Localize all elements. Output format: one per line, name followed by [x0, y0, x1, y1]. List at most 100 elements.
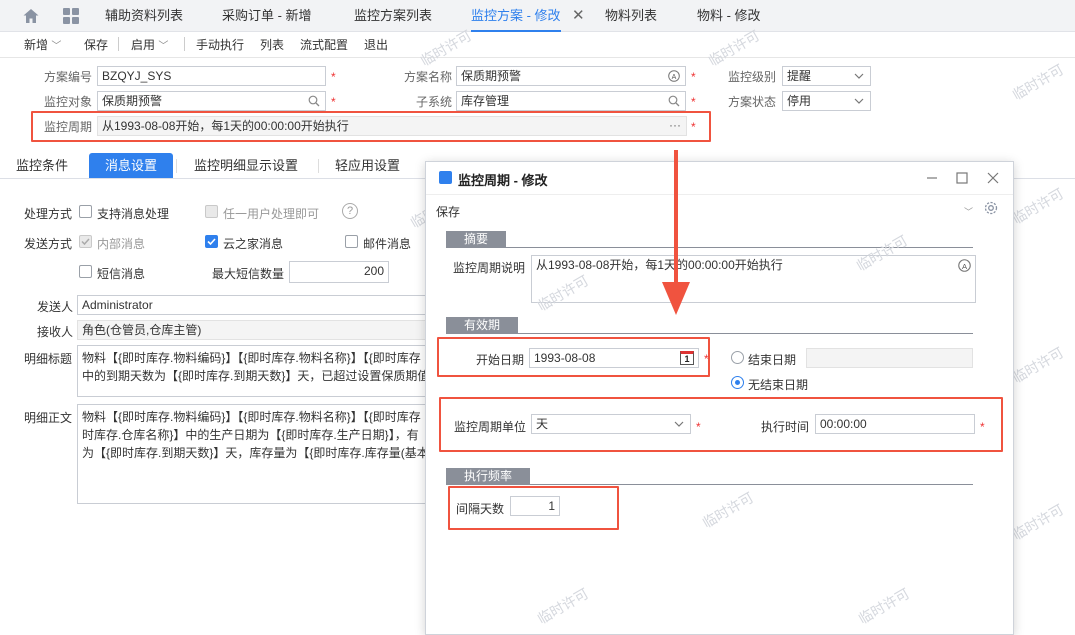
- tab-monitor-edit[interactable]: 监控方案 - 修改: [471, 0, 561, 32]
- level-label: 监控级别: [727, 70, 776, 84]
- text-line: 时库存.仓库名称}】中的生产日期为【{即时库存.生产日期}】，有: [82, 428, 419, 442]
- start-date-label: 开始日期: [476, 353, 525, 367]
- desc-label: 监控周期说明: [453, 261, 526, 275]
- required-mark: *: [691, 120, 696, 134]
- required-mark: *: [980, 420, 985, 434]
- subsystem-value: 库存管理: [461, 94, 510, 108]
- text-line: 中的到期天数为【{即时库存.到期天数}】天，已超过设置保质期值: [82, 369, 427, 383]
- support-handle-checkbox[interactable]: [79, 205, 92, 218]
- text-line: 为【{即时库存.到期天数}】天，库存量为【{即时库存.库存量(基本: [82, 446, 427, 460]
- exec-time-input[interactable]: 00:00:00: [815, 414, 975, 434]
- internal-msg-checkbox[interactable]: [79, 235, 92, 248]
- manual-run-button[interactable]: 手动执行: [196, 36, 244, 53]
- detail-body-textarea[interactable]: 物料【{即时库存.物料编码}】【{即时库存.物料名称}】【{即时库存 时库存.仓…: [77, 404, 427, 504]
- summary-header: 摘要: [446, 231, 507, 248]
- divider: [426, 194, 1013, 195]
- object-label: 监控对象: [43, 95, 92, 109]
- close-icon[interactable]: [987, 172, 999, 184]
- subsystem-input[interactable]: 库存管理: [456, 91, 686, 111]
- new-button[interactable]: 新增 ﹀: [24, 36, 61, 53]
- start-date-input[interactable]: 1993-08-08 1: [529, 348, 699, 368]
- watermark: 临时许可: [1009, 344, 1067, 386]
- list-button[interactable]: 列表: [260, 36, 284, 53]
- translate-icon[interactable]: A: [958, 259, 971, 272]
- status-select[interactable]: 停用: [782, 91, 871, 111]
- help-icon[interactable]: ?: [342, 203, 358, 219]
- chevron-down-icon: [674, 421, 684, 427]
- max-sms-label: 最大短信数量: [212, 267, 285, 281]
- minimize-icon[interactable]: [926, 172, 938, 184]
- any-user-checkbox[interactable]: [205, 205, 218, 218]
- close-tab-icon[interactable]: ✕: [572, 6, 585, 24]
- section-line: [446, 484, 973, 485]
- unit-select[interactable]: 天: [531, 414, 691, 434]
- code-input[interactable]: BZQYJ_SYS: [97, 66, 326, 86]
- email-checkbox[interactable]: [345, 235, 358, 248]
- maximize-icon[interactable]: [956, 172, 968, 184]
- receiver-input[interactable]: 角色(仓管员,仓库主管): [77, 320, 427, 340]
- period-label: 监控周期: [43, 120, 92, 134]
- exit-button[interactable]: 退出: [364, 36, 388, 53]
- email-label: 邮件消息: [363, 237, 412, 251]
- tab-monitor-list[interactable]: 监控方案列表: [354, 0, 432, 32]
- yunzhijia-checkbox[interactable]: [205, 235, 218, 248]
- chevron-down-icon: [854, 73, 864, 79]
- flow-config-button[interactable]: 流式配置: [300, 36, 348, 53]
- calendar-icon[interactable]: 1: [680, 351, 694, 365]
- interval-input[interactable]: 1: [510, 496, 560, 516]
- level-value: 提醒: [787, 69, 812, 83]
- object-input[interactable]: 保质期预警: [97, 91, 326, 111]
- tab-monitor-conditions[interactable]: 监控条件: [16, 153, 68, 178]
- name-input[interactable]: 保质期预警 A: [456, 66, 686, 86]
- chevron-down-icon: ﹀: [51, 41, 62, 52]
- tab-aux-list[interactable]: 辅助资料列表: [105, 0, 183, 32]
- end-date-input[interactable]: [806, 348, 973, 368]
- search-icon[interactable]: [668, 95, 680, 107]
- save-button[interactable]: 保存: [84, 36, 108, 53]
- gear-icon[interactable]: [984, 201, 998, 215]
- sender-input[interactable]: Administrator: [77, 295, 427, 315]
- any-user-label: 任一用户处理即可: [223, 207, 320, 221]
- dialog-title: 监控周期 - 修改: [458, 173, 548, 188]
- name-value: 保质期预警: [461, 69, 522, 83]
- unit-value: 天: [536, 417, 549, 431]
- desc-textarea[interactable]: 从1993-08-08开始，每1天的00:00:00开始执行 A: [531, 255, 976, 303]
- home-icon[interactable]: [22, 7, 40, 25]
- text-line: 物料【{即时库存.物料编码}】【{即时库存.物料名称}】【{即时库存: [82, 351, 421, 365]
- chevron-down-icon[interactable]: ﹀: [964, 205, 973, 218]
- tab-detail-display[interactable]: 监控明细显示设置: [194, 153, 298, 178]
- enable-button[interactable]: 启用 ﹀: [131, 36, 168, 53]
- required-mark: *: [704, 352, 709, 366]
- no-end-date-radio[interactable]: [731, 376, 744, 389]
- interval-label: 间隔天数: [456, 502, 505, 516]
- end-date-radio[interactable]: [731, 351, 744, 364]
- search-icon[interactable]: [308, 95, 320, 107]
- frequency-header: 执行频率: [446, 468, 531, 485]
- watermark: 临时许可: [1009, 501, 1067, 543]
- internal-msg-label: 内部消息: [97, 237, 146, 251]
- annotation-arrow: [662, 150, 690, 315]
- receiver-label: 接收人: [37, 325, 74, 339]
- required-mark: *: [691, 95, 696, 109]
- dialog-save-button[interactable]: 保存: [436, 203, 460, 220]
- max-sms-input[interactable]: 200: [289, 261, 389, 283]
- tab-light-app[interactable]: 轻应用设置: [335, 153, 400, 178]
- translate-icon[interactable]: A: [668, 70, 680, 82]
- detail-title-textarea[interactable]: 物料【{即时库存.物料编码}】【{即时库存.物料名称}】【{即时库存 中的到期天…: [77, 345, 427, 397]
- tab-material-list[interactable]: 物料列表: [605, 0, 657, 32]
- divider: [176, 159, 177, 173]
- section-line: [446, 333, 973, 334]
- start-date-value: 1993-08-08: [534, 351, 596, 365]
- svg-text:A: A: [962, 262, 968, 271]
- period-input[interactable]: 从1993-08-08开始，每1天的00:00:00开始执行 ···: [97, 116, 687, 136]
- tab-po-new[interactable]: 采购订单 - 新增: [222, 0, 312, 32]
- tab-message-settings[interactable]: 消息设置: [89, 153, 174, 178]
- detail-title-label: 明细标题: [24, 352, 73, 366]
- sms-checkbox[interactable]: [79, 265, 92, 278]
- more-icon[interactable]: ···: [669, 117, 681, 134]
- watermark: 临时许可: [1009, 61, 1067, 103]
- level-select[interactable]: 提醒: [782, 66, 871, 86]
- apps-grid-icon[interactable]: [62, 7, 80, 25]
- divider: [318, 159, 319, 173]
- end-date-label: 结束日期: [748, 353, 797, 367]
